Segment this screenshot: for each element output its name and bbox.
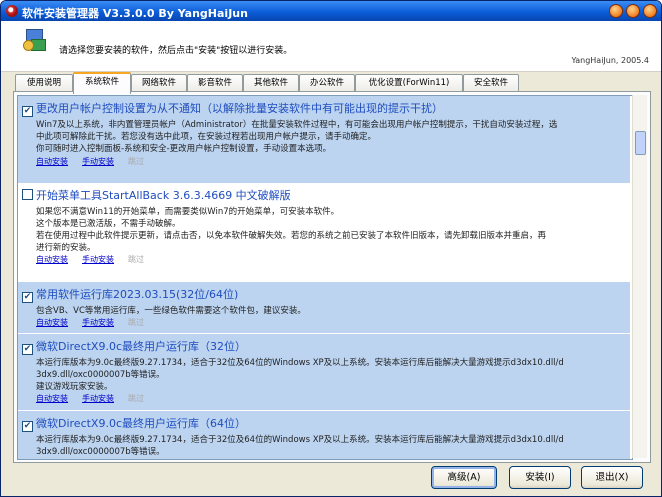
item-title[interactable]: ✔ 微软DirectX9.0c最终用户运行库（32位） — [22, 338, 246, 355]
scrollbar-thumb[interactable] — [635, 131, 646, 155]
item-title[interactable]: ✔ 微软DirectX9.0c最终用户运行库（64位） — [22, 415, 246, 432]
item-title[interactable]: ✔ 常用软件运行库2023.03.15(32位/64位) — [22, 286, 238, 303]
item-desc: 包含VB、VC等常用运行库，一些绿色软件需要这个软件包，建议安装。 — [36, 306, 306, 316]
item-links: 自动安装 手动安装 跳过 — [36, 393, 158, 404]
item-checkbox[interactable]: ✔ — [22, 292, 33, 303]
item-desc: 如果您不满意Win11的开始菜单，而需要类似Win7的开始菜单，可安装本软件。 — [36, 207, 340, 217]
auto-install-link[interactable]: 自动安装 — [36, 318, 68, 327]
list-item: ✔ 微软DirectX9.0c最终用户运行库（32位） 本运行库版本为9.0c最终… — [18, 334, 630, 410]
advanced-button[interactable]: 高级(A) — [431, 466, 497, 489]
list-item: ✔ 微软DirectX9.0c最终用户运行库（64位） 本运行库版本为9.0c最终… — [18, 411, 630, 459]
manual-install-link[interactable]: 手动安装 — [82, 394, 114, 403]
item-desc: Win7及以上系统，非内置管理员帐户（Administrator）在批量安装软件… — [36, 120, 558, 130]
skip-link: 跳过 — [128, 318, 144, 327]
close-button[interactable] — [643, 4, 657, 18]
minimize-button[interactable] — [609, 4, 623, 18]
window-controls — [609, 4, 657, 18]
item-checkbox[interactable] — [22, 189, 33, 200]
tab-system-software[interactable]: 系统软件 — [73, 72, 131, 94]
skip-link: 跳过 — [128, 255, 144, 264]
skip-link: 跳过 — [128, 394, 144, 403]
instruction-text: 请选择您要安装的软件，然后点击"安装"按钮以进行安装。 — [59, 46, 293, 56]
tab-panel: ✔ 更改用户帐户控制设置为从不通知（以解除批量安装软件中有可能出现的提示干扰） W… — [13, 91, 651, 463]
tab-office-software[interactable]: 办公软件 — [299, 74, 355, 92]
tab-media-software[interactable]: 影音软件 — [187, 74, 243, 92]
item-desc: 3dx9.dll/oxc0000007b等错误。 — [36, 447, 165, 457]
auto-install-link[interactable]: 自动安装 — [36, 255, 68, 264]
skip-link: 跳过 — [128, 157, 144, 166]
title-bar[interactable]: 软件安装管理器 V3.3.0.0 By YangHaiJun — [1, 1, 661, 21]
tab-optimize-settings[interactable]: 优化设置(ForWin11) — [355, 74, 463, 92]
item-desc: 建议游戏玩家安装。 — [36, 382, 113, 392]
tab-other-software[interactable]: 其他软件 — [243, 74, 299, 92]
action-bar: 高级(A) 安装(I) 退出(X) — [1, 466, 661, 492]
header-banner: 请选择您要安装的软件，然后点击"安装"按钮以进行安装。 YangHaiJun, … — [1, 21, 661, 72]
item-desc: 进行新的安装。 — [36, 243, 96, 253]
item-desc: 本运行库版本为9.0c最终版9.27.1734，适合于32位及64位的Windo… — [36, 358, 564, 368]
item-desc: 中此项可解除此干扰。若您没有选中此项，在安装过程若出现用户帐户提示，请手动确定。 — [36, 132, 377, 142]
list-item: 开始菜单工具StartAllBack 3.6.3.4669 中文破解版 如果您不… — [18, 183, 630, 281]
tab-security-software[interactable]: 安全软件 — [463, 74, 519, 92]
item-title[interactable]: ✔ 更改用户帐户控制设置为从不通知（以解除批量安装软件中有可能出现的提示干扰） — [22, 100, 443, 117]
item-checkbox[interactable]: ✔ — [22, 106, 33, 117]
manual-install-link[interactable]: 手动安装 — [82, 318, 114, 327]
item-links: 自动安装 手动安装 跳过 — [36, 317, 158, 328]
item-desc: 若在使用过程中此软件提示更新，请点击否，以免本软件破解失效。若您的系统之前已安装… — [36, 231, 547, 241]
manual-install-link[interactable]: 手动安装 — [82, 157, 114, 166]
item-checkbox[interactable]: ✔ — [22, 344, 33, 355]
main-window: 软件安装管理器 V3.3.0.0 By YangHaiJun 请选择您要安装的软… — [0, 0, 662, 497]
tab-network-software[interactable]: 网络软件 — [131, 74, 187, 92]
list-item: ✔ 更改用户帐户控制设置为从不通知（以解除批量安装软件中有可能出现的提示干扰） W… — [18, 96, 630, 183]
setup-icon — [23, 29, 46, 51]
item-desc: 这个版本是已激活版，不需手动破解。 — [36, 219, 181, 229]
tab-usage[interactable]: 使用说明 — [15, 74, 73, 92]
manual-install-link[interactable]: 手动安装 — [82, 255, 114, 264]
install-button[interactable]: 安装(I) — [509, 466, 571, 489]
item-title[interactable]: 开始菜单工具StartAllBack 3.6.3.4669 中文破解版 — [22, 187, 291, 203]
item-desc: 本运行库版本为9.0c最终版9.27.1734，适合于32位及64位的Windo… — [36, 435, 564, 445]
list-item: ✔ 常用软件运行库2023.03.15(32位/64位) 包含VB、VC等常用运行… — [18, 282, 630, 333]
item-links: 自动安装 手动安装 跳过 — [36, 254, 158, 265]
maximize-button[interactable] — [626, 4, 640, 18]
item-links: 自动安装 手动安装 跳过 — [36, 156, 158, 167]
item-desc: 你可随时进入控制面板-系统和安全-更改用户帐户控制设置，手动设置本选项。 — [36, 144, 332, 154]
app-icon — [6, 5, 18, 17]
vertical-scrollbar[interactable] — [632, 95, 647, 458]
auto-install-link[interactable]: 自动安装 — [36, 394, 68, 403]
item-desc: 3dx9.dll/oxc0000007b等错误。 — [36, 370, 165, 380]
author-text: YangHaiJun, 2005.4 — [571, 56, 649, 65]
software-list: ✔ 更改用户帐户控制设置为从不通知（以解除批量安装软件中有可能出现的提示干扰） W… — [17, 95, 633, 460]
window-title: 软件安装管理器 V3.3.0.0 By YangHaiJun — [22, 7, 248, 20]
item-checkbox[interactable]: ✔ — [22, 421, 33, 432]
auto-install-link[interactable]: 自动安装 — [36, 157, 68, 166]
exit-button[interactable]: 退出(X) — [581, 466, 643, 489]
